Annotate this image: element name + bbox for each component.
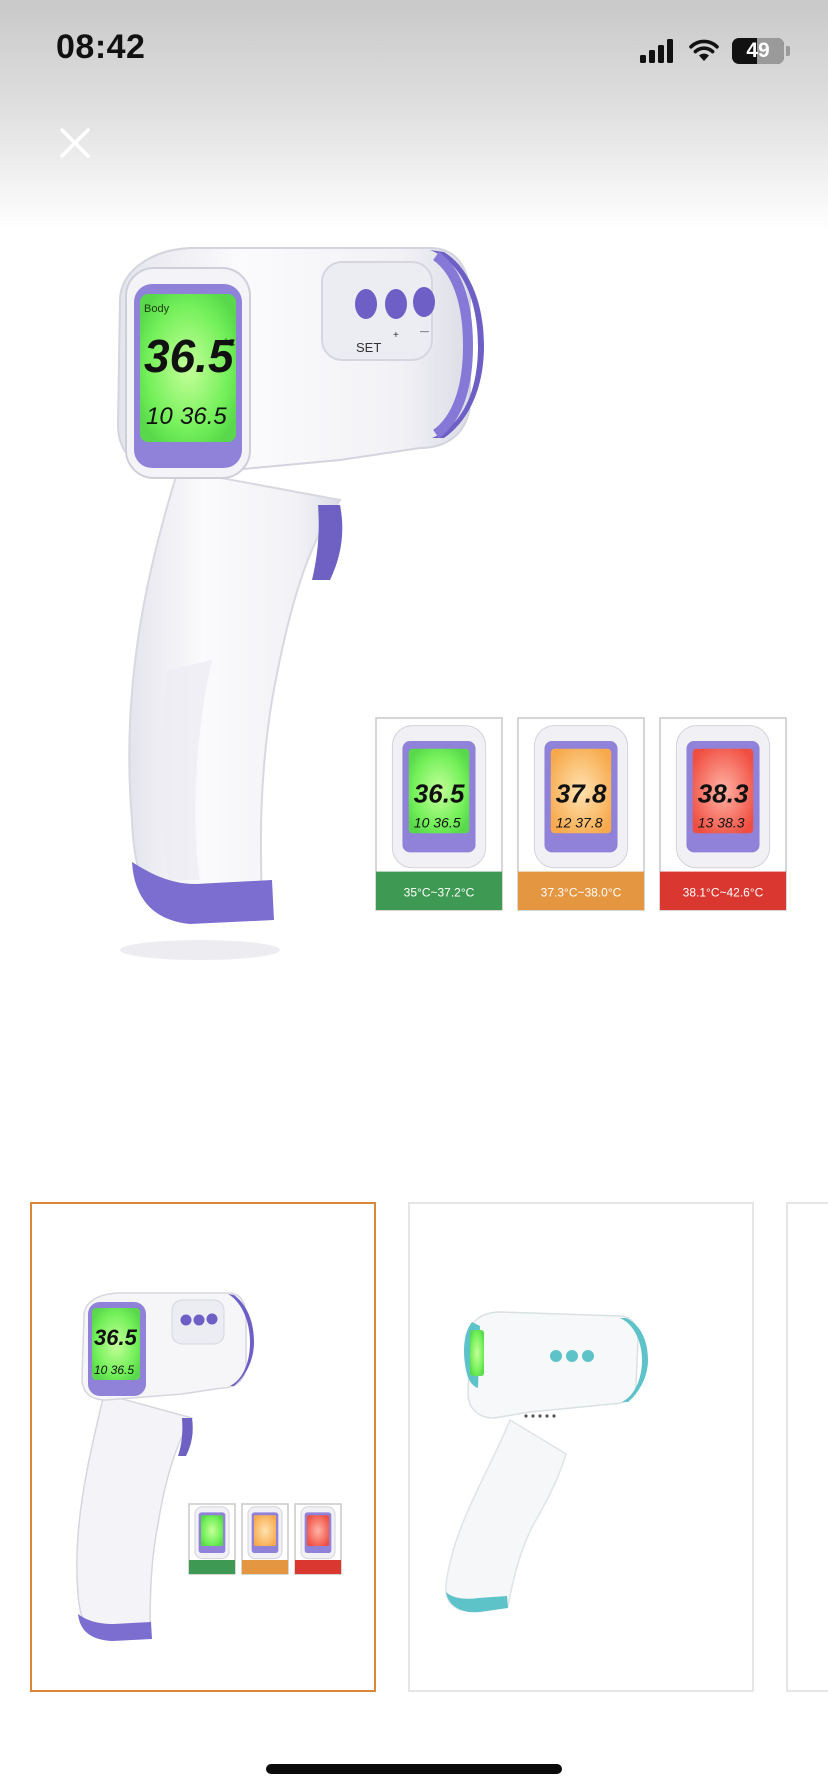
range-card-band — [242, 1560, 288, 1574]
range-card-band — [189, 1560, 235, 1574]
range-card-memory: 12 37.8 — [556, 814, 603, 830]
range-card-reading: 38.3 — [698, 778, 749, 808]
status-icons: 49 — [640, 34, 790, 68]
range-card-1: 36.5 10 36.5 35°C~37.2°C — [375, 717, 503, 911]
range-card-1 — [188, 1503, 236, 1575]
thumbnail-3[interactable] — [786, 1202, 828, 1692]
plus-button-label: + — [393, 330, 399, 341]
svg-text:36.5: 36.5 — [94, 1325, 138, 1350]
minus-button-label: — — [420, 326, 429, 336]
close-button[interactable] — [50, 118, 100, 168]
range-card-3 — [294, 1503, 342, 1575]
range-card-label: 37.3°C~38.0°C — [541, 886, 622, 900]
battery-icon: 49 — [732, 38, 784, 64]
range-card-label: 35°C~37.2°C — [404, 886, 475, 900]
battery-tip — [786, 46, 790, 56]
close-icon — [60, 128, 90, 158]
lcd-memory-index: 10 — [146, 403, 173, 430]
svg-text:10 36.5: 10 36.5 — [94, 1363, 134, 1377]
lcd-memory-value: 36.5 — [180, 403, 227, 430]
range-card-reading: 37.8 — [556, 778, 607, 808]
range-card-2 — [241, 1503, 289, 1575]
range-card-memory: 10 36.5 — [414, 814, 461, 830]
range-card-3: 38.3 13 38.3 38.1°C~42.6°C — [659, 717, 787, 911]
range-card-reading: 36.5 — [414, 778, 465, 808]
thumbnail-2-image — [445, 1311, 648, 1613]
thumbnail-1[interactable]: 36.5 10 36.5 — [30, 1202, 376, 1692]
thumbnail-1-image: 36.5 10 36.5 — [76, 1292, 342, 1641]
wifi-icon — [689, 39, 719, 61]
battery-percentage: 49 — [746, 39, 770, 62]
thumbnail-2[interactable] — [408, 1202, 754, 1692]
set-button-label: SET — [356, 340, 381, 355]
thumbnail-strip[interactable]: 36.5 10 36.5 — [0, 1202, 828, 1692]
temperature-range-cards: 36.5 10 36.5 35°C~37.2°C 37.8 12 37.8 37.3°C~… — [375, 717, 787, 911]
range-card-memory: 13 38.3 — [698, 814, 745, 830]
lcd-reading: 36.5 — [144, 330, 235, 382]
status-time: 08:42 — [56, 28, 146, 66]
lcd-mode: Body — [144, 303, 170, 315]
signal-icon — [640, 39, 673, 63]
range-card-band — [295, 1560, 341, 1574]
range-card-2: 37.8 12 37.8 37.3°C~38.0°C — [517, 717, 645, 911]
product-image[interactable]: Body °C 36.5 10 36.5 SET + — 36.510 36.5… — [0, 230, 828, 990]
range-card-label: 38.1°C~42.6°C — [683, 886, 764, 900]
home-indicator — [266, 1764, 562, 1774]
